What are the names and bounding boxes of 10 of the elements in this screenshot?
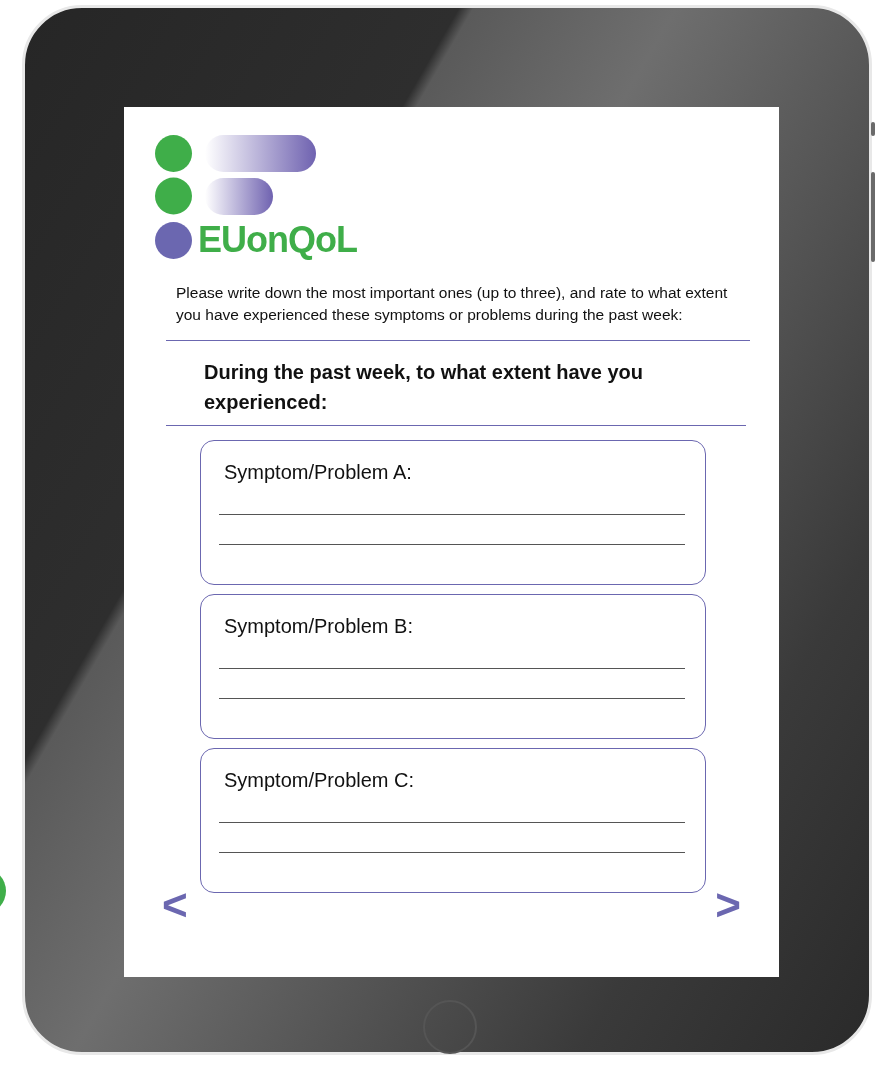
instructions-text: Please write down the most important ones (up to three), and rate to what extent you have experienced these symptoms or problems during the past week: bbox=[176, 283, 729, 325]
next-button[interactable]: > bbox=[715, 885, 741, 925]
question-heading: During the past week, to what extent have you experienced: bbox=[204, 360, 644, 415]
symptom-label: Symptom/Problem A: bbox=[224, 460, 413, 485]
home-button[interactable] bbox=[423, 1000, 477, 1054]
logo-text: EUonQoL bbox=[198, 220, 357, 260]
previous-button[interactable]: < bbox=[162, 885, 188, 925]
symptom-label: Symptom/Problem C: bbox=[224, 768, 416, 793]
logo-circle-icon bbox=[155, 221, 192, 259]
symptom-label: Symptom/Problem B: bbox=[224, 614, 414, 639]
